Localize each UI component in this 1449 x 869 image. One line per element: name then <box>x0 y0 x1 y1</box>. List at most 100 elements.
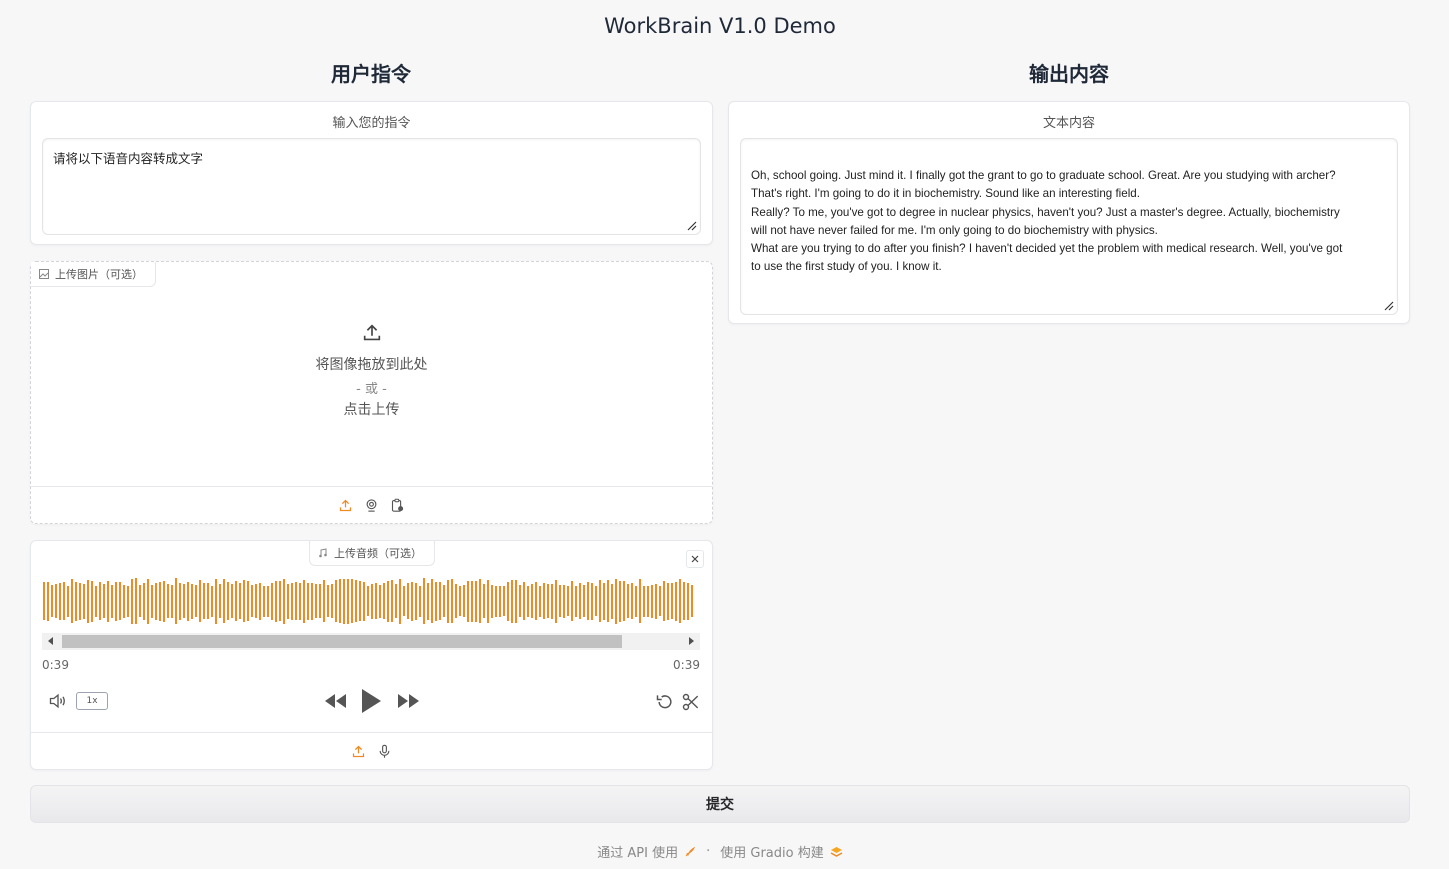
image-or-text: - 或 - <box>356 382 387 397</box>
undo-icon[interactable] <box>655 692 675 712</box>
waveform-bar <box>599 580 601 622</box>
waveform-bar <box>327 585 329 617</box>
waveform-bar <box>283 578 285 624</box>
waveform-bar <box>403 586 405 616</box>
waveform-bar <box>619 580 621 622</box>
waveform-bar <box>375 583 377 619</box>
submit-button[interactable]: 提交 <box>30 785 1410 823</box>
waveform-bar <box>235 581 237 621</box>
close-icon[interactable] <box>686 550 704 568</box>
waveform-bar <box>559 585 561 617</box>
fast-forward-icon[interactable] <box>396 692 420 710</box>
waveform-bar <box>547 584 549 618</box>
waveform-bar <box>571 581 573 621</box>
upload-icon[interactable] <box>338 497 354 513</box>
instruction-textarea[interactable]: 请将以下语音内容转成文字 <box>42 138 701 235</box>
waveform-bar <box>631 583 633 619</box>
waveform-bar <box>459 586 461 616</box>
waveform-bar <box>491 584 493 618</box>
scrollbar-thumb[interactable] <box>62 635 622 648</box>
waveform-bar <box>591 582 593 620</box>
waveform-bar <box>467 580 469 622</box>
waveform-bar <box>67 585 69 617</box>
scroll-right-arrow-icon[interactable] <box>689 637 694 645</box>
built-with-gradio-link[interactable]: 使用 Gradio 构建 <box>720 842 843 861</box>
waveform-bar <box>611 583 613 619</box>
webcam-icon[interactable] <box>364 497 380 513</box>
waveform-bar <box>199 580 201 622</box>
upload-icon[interactable] <box>351 743 367 759</box>
waveform-bar <box>43 582 45 620</box>
waveform-bar <box>295 582 297 620</box>
waveform-bar <box>331 584 333 618</box>
waveform-bar <box>227 582 229 620</box>
scissors-icon[interactable] <box>681 692 701 712</box>
play-icon[interactable] <box>360 688 382 714</box>
waveform-bar <box>151 584 153 618</box>
playback-rate-button[interactable]: 1x <box>76 692 108 710</box>
waveform-bar <box>131 578 133 624</box>
waveform-scrollbar[interactable] <box>42 633 700 650</box>
waveform-bar <box>163 580 165 622</box>
use-via-api-link[interactable]: 通过 API 使用 <box>597 842 696 861</box>
waveform-bar <box>55 584 57 618</box>
waveform-bar <box>499 585 501 617</box>
waveform-bar <box>383 583 385 619</box>
waveform-bar <box>443 585 445 617</box>
waveform-bar <box>267 585 269 617</box>
waveform-bar <box>507 581 509 621</box>
output-line: will not have never failed for me. I'm o… <box>751 223 1158 237</box>
waveform-bar <box>175 578 177 624</box>
waveform-bar <box>655 583 657 619</box>
music-icon <box>319 548 327 558</box>
waveform-bar <box>223 579 225 623</box>
instruction-panel: 输入您的指令 请将以下语音内容转成文字 <box>30 101 713 245</box>
waveform-bar <box>683 582 685 620</box>
waveform-bar <box>107 580 109 622</box>
waveform-bar <box>595 586 597 616</box>
waveform-bar <box>63 582 65 620</box>
waveform-bar <box>155 582 157 620</box>
waveform-bar <box>59 582 61 620</box>
waveform-bar <box>239 583 241 619</box>
clipboard-icon[interactable] <box>390 497 406 513</box>
waveform-bar <box>555 579 557 623</box>
audio-waveform[interactable] <box>43 577 701 625</box>
output-textarea[interactable]: Oh, school going. Just mind it. I finall… <box>740 138 1398 315</box>
app-title: WorkBrain V1.0 Demo <box>604 14 836 38</box>
volume-icon[interactable] <box>48 692 68 710</box>
waveform-bar <box>275 580 277 622</box>
upload-icon <box>363 324 380 341</box>
waveform-bar <box>215 578 217 624</box>
waveform-bar <box>211 585 213 617</box>
waveform-bar <box>447 579 449 623</box>
waveform-bar <box>471 580 473 622</box>
rewind-icon[interactable] <box>324 692 348 710</box>
waveform-bar <box>431 579 433 623</box>
waveform-bar <box>139 585 141 617</box>
waveform-bar <box>83 583 85 619</box>
waveform-bar <box>479 579 481 623</box>
footer: 通过 API 使用 · 使用 Gradio 构建 <box>0 842 1440 861</box>
waveform-bar <box>475 580 477 622</box>
waveform-bar <box>299 582 301 620</box>
waveform-bar <box>503 586 505 616</box>
waveform-bar <box>343 578 345 624</box>
gradio-logo-icon <box>830 846 843 857</box>
image-drop-zone[interactable]: 将图像拖放到此处 - 或 - 点击上传 <box>31 322 712 419</box>
waveform-bar <box>319 584 321 618</box>
waveform-bar <box>127 585 129 617</box>
scroll-left-arrow-icon[interactable] <box>48 637 53 645</box>
waveform-bar <box>487 579 489 623</box>
waveform-bar <box>427 582 429 620</box>
waveform-bar <box>111 584 113 618</box>
resize-handle-icon[interactable] <box>687 221 697 231</box>
microphone-icon[interactable] <box>377 743 393 759</box>
waveform-bar <box>423 578 425 624</box>
waveform-bar <box>523 582 525 620</box>
image-upload-panel[interactable]: 上传图片（可选） 将图像拖放到此处 - 或 - 点击上传 <box>30 261 713 524</box>
waveform-bar <box>643 585 645 617</box>
image-upload-tab-label: 上传图片（可选） <box>55 268 143 281</box>
waveform-bar <box>143 582 145 620</box>
resize-handle-icon[interactable] <box>1384 301 1394 311</box>
